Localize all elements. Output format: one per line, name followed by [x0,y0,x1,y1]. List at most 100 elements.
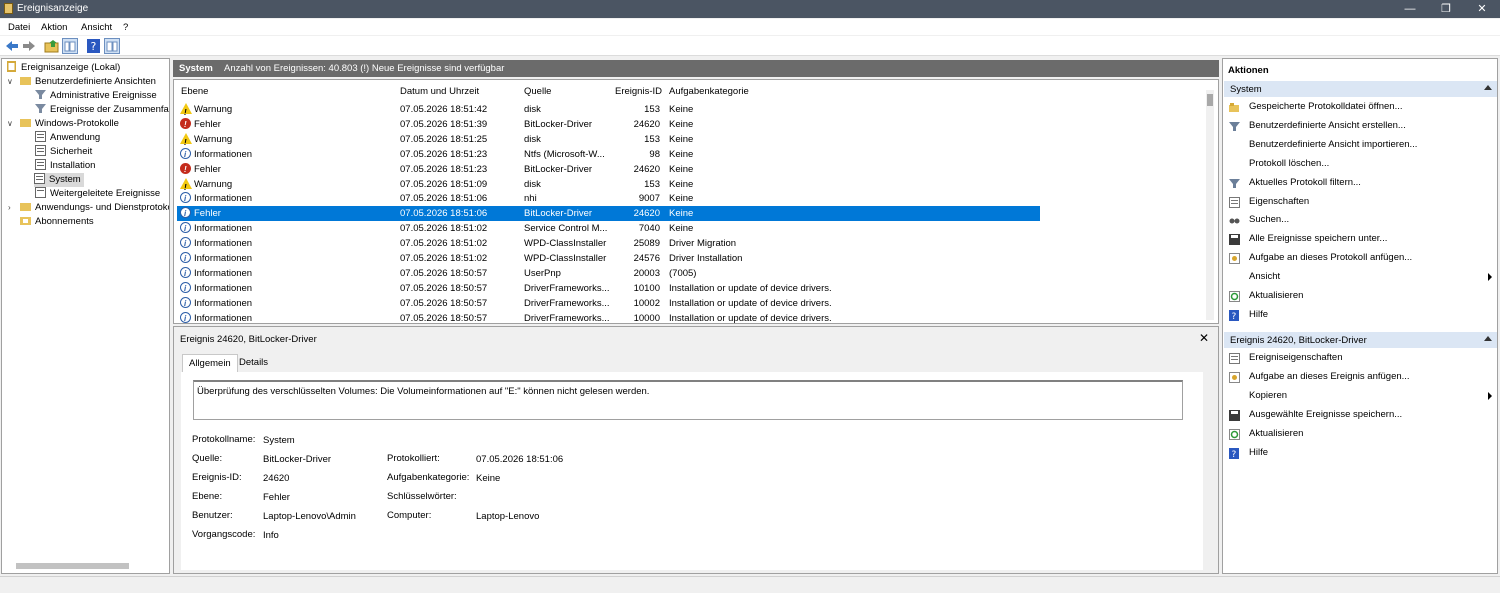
col-level[interactable]: Ebene [181,86,208,97]
action-item[interactable]: Aufgabe an dieses Ereignis anfügen... [1226,369,1496,385]
table-row[interactable]: Warnung 07.05.2026 18:51:25 disk 153 Keine [177,132,1040,150]
action-item[interactable]: Benutzerdefinierte Ansicht erstellen... [1226,118,1496,134]
folder-up-icon[interactable] [44,38,60,54]
action-item[interactable]: Gespeicherte Protokolldatei öffnen... [1226,99,1496,115]
table-row[interactable]: Informationen 07.05.2026 18:51:23 Ntfs (Mi… [177,147,1040,162]
tree-forwarded[interactable]: Weitergeleitete Ereignisse [35,187,160,201]
value-task-category[interactable]: Keine [476,473,500,484]
cell-datetime: 07.05.2026 18:50:57 [400,312,488,324]
cell-category: Keine [669,148,694,160]
action-item[interactable]: ? Hilfe [1226,307,1496,323]
tree-root[interactable]: Ereignisanzeige (Lokal) [6,61,120,75]
show-hide-tree-icon[interactable] [62,38,78,54]
action-item[interactable]: Eigenschaften [1226,194,1496,210]
menu-ansicht[interactable]: Ansicht [81,22,112,33]
status-bar [0,576,1500,593]
value-user[interactable]: Laptop-Lenovo\Admin [263,511,356,522]
table-row[interactable]: Informationen 07.05.2026 18:51:02 WPD-Clas… [177,251,1040,266]
table-row[interactable]: Fehler 07.05.2026 18:51:39 BitLocker-Drive… [177,117,1040,132]
action-item[interactable]: Suchen... [1226,212,1496,228]
tree-installation[interactable]: Installation [35,159,95,173]
action-label: Gespeicherte Protokolldatei öffnen... [1249,101,1403,112]
cell-datetime: 07.05.2026 18:51:23 [400,163,488,175]
label-log-name: Protokollname: [192,434,256,445]
title-bar: Ereignisanzeige — ❐ ✕ [0,0,1500,18]
actions-section-system[interactable]: System [1224,81,1497,97]
action-item[interactable]: Alle Ereignisse speichern unter... [1226,231,1496,247]
action-item[interactable]: Aufgabe an dieses Protokoll anfügen... [1226,250,1496,266]
chevron-right-icon[interactable]: › [8,203,11,212]
tree-summary-events-label: Ereignisse der Zusammenfass [50,104,170,115]
forward-arrow-icon[interactable] [21,38,37,54]
show-hide-action-pane-icon[interactable] [104,38,120,54]
menu-help[interactable]: ? [123,22,128,33]
action-item[interactable]: Ansicht [1226,269,1496,285]
action-item[interactable]: Ereigniseigenschaften [1226,350,1496,366]
tree-summary-events[interactable]: Ereignisse der Zusammenfass [35,103,170,117]
col-datetime[interactable]: Datum und Uhrzeit [400,86,479,97]
tree-windows-logs[interactable]: Windows-Protokolle [20,117,119,131]
back-arrow-icon[interactable] [4,38,20,54]
value-source[interactable]: BitLocker-Driver [263,454,331,465]
menu-aktion[interactable]: Aktion [41,22,67,33]
cell-event-id: 24620 [633,163,660,175]
event-message[interactable]: Überprüfung des verschlüsselten Volumes:… [193,380,1183,420]
action-item[interactable]: ? Hilfe [1226,445,1496,461]
col-category[interactable]: Aufgabenkategorie [669,86,749,97]
table-row[interactable]: Informationen 07.05.2026 18:51:06 nhi 9007 K… [177,191,1040,206]
scrollbar-thumb[interactable] [1207,94,1213,106]
col-source[interactable]: Quelle [524,86,551,97]
tree-system[interactable]: System [34,173,84,187]
table-row[interactable]: Informationen 07.05.2026 18:50:57 DriverFr… [177,296,1040,311]
tree-horizontal-scrollbar[interactable] [16,563,129,569]
table-row[interactable]: Warnung 07.05.2026 18:51:42 disk 153 Keine [177,102,1040,120]
tree-admin-events[interactable]: Administrative Ereignisse [35,89,157,103]
table-row[interactable]: Warnung 07.05.2026 18:51:09 disk 153 Keine [177,177,1040,195]
action-item[interactable]: Benutzerdefinierte Ansicht importieren..… [1226,137,1496,153]
value-level[interactable]: Fehler [263,492,290,503]
tree-application[interactable]: Anwendung [35,131,100,145]
tab-details[interactable]: Details [233,354,274,372]
value-opcode[interactable]: Info [263,530,279,541]
table-row[interactable]: Fehler 07.05.2026 18:51:06 BitLocker-Drive… [177,206,1040,222]
log-icon [35,187,46,198]
chevron-down-icon[interactable]: ∨ [7,119,13,128]
action-item[interactable]: Protokoll löschen... [1226,156,1496,172]
chevron-down-icon[interactable]: ∨ [7,77,13,86]
value-logged[interactable]: 07.05.2026 18:51:06 [476,454,563,465]
tree-security[interactable]: Sicherheit [35,145,92,159]
close-button[interactable]: ✕ [1464,0,1500,18]
tree-custom-views[interactable]: Benutzerdefinierte Ansichten [20,75,156,89]
action-item[interactable]: Aktualisieren [1226,288,1496,304]
table-row[interactable]: Informationen 07.05.2026 18:50:57 DriverFr… [177,281,1040,296]
value-event-id[interactable]: 24620 [263,473,289,484]
table-row[interactable]: Fehler 07.05.2026 18:51:23 BitLocker-Drive… [177,162,1040,177]
help-icon[interactable]: ? [86,38,102,54]
table-row[interactable]: Informationen 07.05.2026 18:51:02 WPD-Clas… [177,236,1040,251]
close-icon[interactable]: ✕ [1199,331,1209,345]
action-item[interactable]: Aktualisieren [1226,426,1496,442]
action-item[interactable]: Ausgewählte Ereignisse speichern... [1226,407,1496,423]
table-row[interactable]: Informationen 07.05.2026 18:50:57 UserPnp 2… [177,266,1040,281]
actions-section-event[interactable]: Ereignis 24620, BitLocker-Driver [1224,332,1497,348]
tree-app-service-logs[interactable]: Anwendungs- und Dienstprotoko [20,201,169,215]
action-item[interactable]: Kopieren [1226,388,1496,404]
tree-subscriptions[interactable]: Abonnements [20,215,94,229]
cell-source: WPD-ClassInstaller [524,253,607,264]
menu-datei[interactable]: Datei [8,22,30,33]
events-vertical-scrollbar[interactable] [1206,90,1214,320]
log-header: System Anzahl von Ereignissen: 40.803 (!… [173,60,1219,77]
action-item[interactable]: Aktuelles Protokoll filtern... [1226,175,1496,191]
minimize-button[interactable]: — [1392,0,1428,18]
table-row[interactable]: Informationen 07.05.2026 18:50:57 DriverFr… [177,311,1040,324]
cell-category: Driver Migration [669,238,737,250]
subscription-icon [20,217,31,225]
maximize-button[interactable]: ❐ [1428,0,1464,18]
value-log-name[interactable]: System [263,435,295,446]
info-icon [180,281,191,296]
tab-general[interactable]: Allgemein [182,354,238,372]
col-event-id[interactable]: Ereignis-ID [615,86,662,97]
table-row[interactable]: Informationen 07.05.2026 18:51:02 Service … [177,221,1040,236]
cell-level: Fehler [194,163,221,175]
value-computer[interactable]: Laptop-Lenovo [476,511,539,522]
